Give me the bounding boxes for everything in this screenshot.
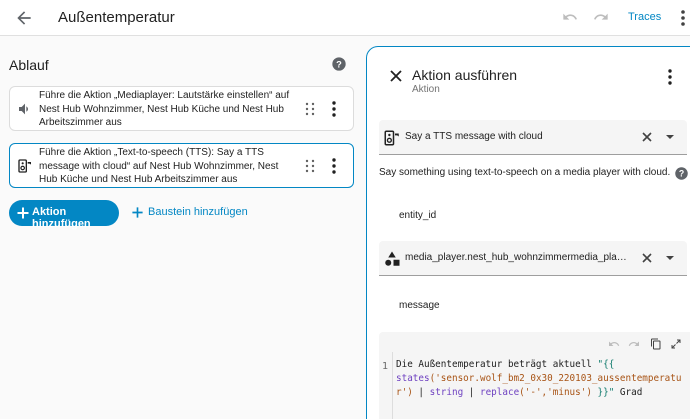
- clear-icon[interactable]: [641, 252, 653, 264]
- clear-icon[interactable]: [641, 131, 653, 143]
- dropdown-arrow-icon[interactable]: [665, 134, 675, 140]
- message-label: message: [399, 300, 440, 311]
- fullscreen-icon[interactable]: [670, 338, 682, 350]
- action-description-text: Say something using text-to-speech on a …: [379, 167, 671, 178]
- code-content[interactable]: Die Außentemperatur beträgt aktuell "{{ …: [396, 358, 690, 400]
- action-card[interactable]: Führe die Aktion „Mediaplayer: Lautstärk…: [9, 86, 354, 131]
- action-select[interactable]: Say a TTS message with cloud: [379, 120, 687, 155]
- message-code-editor[interactable]: 1 Die Außentemperatur beträgt aktuell "{…: [379, 332, 690, 419]
- back-arrow-icon[interactable]: [14, 8, 34, 28]
- add-action-button[interactable]: Aktion hinzufügen: [9, 200, 119, 230]
- more-vert-icon[interactable]: [330, 100, 338, 118]
- code-string: r'): [396, 387, 413, 398]
- code-text: Die Außentemperatur beträgt aktuell: [396, 359, 598, 370]
- code-pipe: |: [412, 387, 430, 398]
- shapes-icon: [383, 250, 401, 268]
- code-pipe: |: [463, 387, 480, 398]
- code-args: ('-','minus'): [519, 387, 592, 398]
- svg-text:?: ?: [336, 59, 342, 69]
- redo-icon[interactable]: [628, 338, 640, 350]
- action-card-selected[interactable]: Führe die Aktion „Text-to-speech (TTS): …: [9, 143, 354, 188]
- help-icon[interactable]: ?: [674, 166, 689, 181]
- page-title: Außentemperatur: [58, 9, 175, 26]
- svg-text:?: ?: [679, 169, 684, 179]
- close-icon[interactable]: [389, 69, 403, 83]
- traces-button[interactable]: Traces: [628, 11, 661, 23]
- more-vert-icon[interactable]: [677, 9, 689, 27]
- copy-icon[interactable]: [650, 338, 662, 350]
- panel-title: Aktion ausführen: [412, 67, 518, 83]
- action-description: Führe die Aktion „Text-to-speech (TTS): …: [39, 147, 279, 185]
- code-string: ('sensor.wolf_bm2_0x30_220103_aussentemp…: [429, 373, 682, 384]
- code-filter: replace: [479, 387, 520, 398]
- code-template-close: }}": [591, 387, 615, 398]
- help-icon[interactable]: ?: [331, 56, 347, 72]
- flow-pane: Ablauf ? Führe die Aktion „Mediaplayer: …: [0, 37, 362, 419]
- plus-icon: [131, 206, 144, 219]
- dropdown-arrow-icon[interactable]: [665, 255, 675, 261]
- action-description: Führe die Aktion „Mediaplayer: Lautstärk…: [39, 90, 290, 128]
- speaker-volume-icon: [17, 101, 33, 117]
- entity-id-label: entity_id: [399, 210, 437, 221]
- flow-heading: Ablauf: [9, 57, 49, 73]
- panel-subtitle: Aktion: [412, 84, 440, 95]
- tts-speaker-icon: [17, 158, 33, 174]
- code-function: states: [396, 373, 430, 384]
- undo-icon[interactable]: [562, 9, 578, 25]
- more-vert-icon[interactable]: [666, 68, 674, 86]
- redo-icon[interactable]: [593, 9, 609, 25]
- drag-handle-icon[interactable]: [303, 159, 317, 173]
- undo-icon[interactable]: [608, 338, 620, 350]
- entity-select[interactable]: media_player.nest_hub_wohnzimmermedia_pl…: [379, 241, 687, 276]
- add-block-label: Baustein hinzufügen: [148, 206, 248, 218]
- entity-select-value: media_player.nest_hub_wohnzimmermedia_pl…: [405, 252, 631, 263]
- code-template-open: "{{: [597, 359, 615, 370]
- code-filter: string: [429, 387, 464, 398]
- add-action-label: Aktion hinzufügen: [32, 206, 91, 230]
- action-select-value: Say a TTS message with cloud: [405, 131, 543, 142]
- drag-handle-icon[interactable]: [303, 102, 317, 116]
- more-vert-icon[interactable]: [330, 157, 338, 175]
- tts-speaker-icon: [383, 129, 401, 147]
- top-app-bar: Außentemperatur Traces: [0, 0, 690, 36]
- plus-icon: [16, 206, 30, 220]
- code-text: Grad: [614, 387, 643, 398]
- line-number: 1: [382, 361, 389, 372]
- action-editor-panel: Aktion ausführen Aktion Say a TTS messag…: [366, 46, 690, 419]
